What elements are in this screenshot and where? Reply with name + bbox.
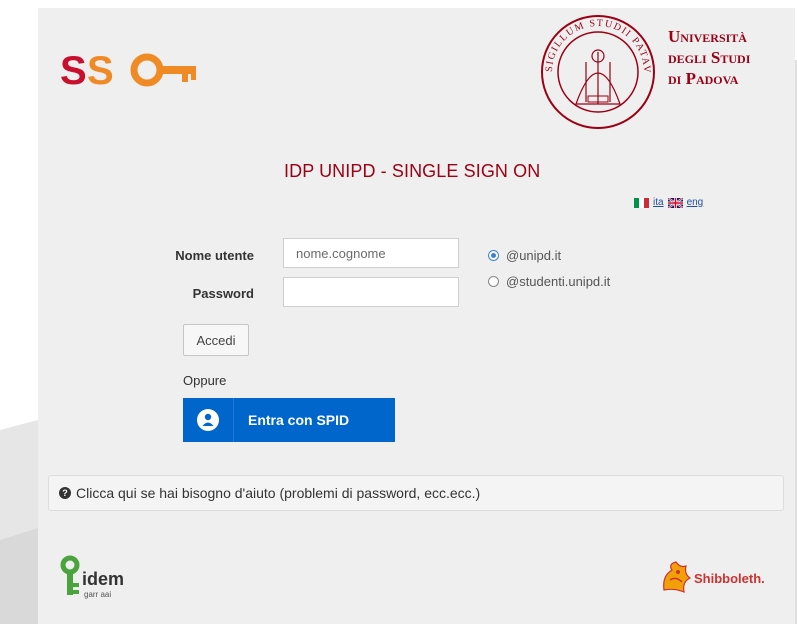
spid-button-label: Entra con SPID <box>248 412 350 428</box>
spid-user-icon <box>183 398 234 442</box>
sso-logo: S S <box>60 50 196 90</box>
language-eng-link[interactable]: eng <box>687 197 704 208</box>
svg-text:S: S <box>87 50 114 90</box>
username-input[interactable] <box>283 238 459 268</box>
domain-option-studenti[interactable]: @studenti.unipd.it <box>488 274 610 289</box>
university-name: Università degli Studi di Padova <box>668 26 750 89</box>
university-name-line: degli Studi <box>668 48 751 67</box>
idem-logo: idem garr aai <box>60 555 124 599</box>
language-ita-link[interactable]: ita <box>653 197 664 208</box>
shibboleth-logo: Shibboleth. <box>660 560 765 596</box>
login-button[interactable]: Accedi <box>183 324 249 356</box>
uk-flag-icon <box>667 197 683 208</box>
spid-login-button[interactable]: Entra con SPID <box>183 398 395 442</box>
university-name-line: Università <box>668 27 747 46</box>
italian-flag-icon <box>634 197 649 208</box>
question-circle-icon: ? <box>59 487 71 499</box>
or-label: Oppure <box>183 373 227 388</box>
login-panel: S S SIGILLUM STUDII PATAVINI Università … <box>38 8 795 624</box>
domain-option-label: @unipd.it <box>506 248 562 263</box>
username-label: Nome utente <box>175 248 254 263</box>
domain-option-unipd[interactable]: @unipd.it <box>488 248 561 263</box>
shibboleth-text: Shibboleth. <box>694 570 765 586</box>
radio-unselected-icon[interactable] <box>488 276 499 287</box>
university-name-line: di Padova <box>668 69 739 88</box>
svg-text:S: S <box>60 50 87 90</box>
page-title: IDP UNIPD - SINGLE SIGN ON <box>284 161 541 181</box>
svg-text:idem: idem <box>82 569 124 589</box>
shibboleth-dragon-icon <box>663 561 692 593</box>
svg-text:SIGILLUM STUDII PATAVINI: SIGILLUM STUDII PATAVINI <box>538 12 652 74</box>
help-text: Clicca qui se hai bisogno d'aiuto (probl… <box>76 485 481 501</box>
help-link[interactable]: ? Clicca qui se hai bisogno d'aiuto (pro… <box>48 475 784 511</box>
password-label: Password <box>192 286 254 301</box>
domain-option-label: @studenti.unipd.it <box>506 274 611 289</box>
university-seal-icon: SIGILLUM STUDII PATAVINI <box>538 12 655 129</box>
password-input[interactable] <box>283 277 459 307</box>
svg-text:garr aai: garr aai <box>84 590 111 599</box>
radio-selected-icon[interactable] <box>488 250 499 261</box>
language-switcher: ita eng <box>634 197 703 208</box>
